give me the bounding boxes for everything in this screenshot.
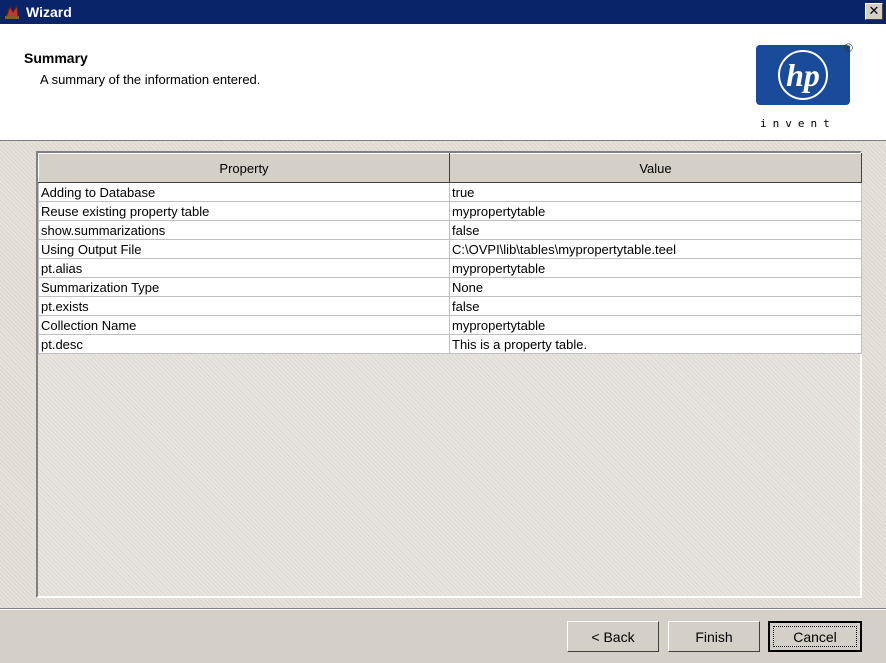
page-title: Summary	[24, 50, 88, 66]
finish-button[interactable]: Finish	[668, 621, 760, 652]
table-row[interactable]: pt.desc This is a property table.	[38, 334, 862, 354]
property-cell: pt.desc	[38, 334, 450, 354]
summary-table-panel: Property Value Adding to Database true Re…	[36, 151, 862, 598]
table-row[interactable]: Summarization Type None	[38, 277, 862, 297]
registered-mark: ®	[844, 41, 853, 55]
property-cell: Collection Name	[38, 315, 450, 335]
property-cell: Reuse existing property table	[38, 201, 450, 221]
focus-indicator	[773, 626, 857, 647]
value-cell: mypropertytable	[449, 315, 862, 335]
table-row[interactable]: Using Output File C:\OVPI\lib\tables\mypr…	[38, 239, 862, 259]
hp-logo-mark: hp	[756, 45, 850, 105]
table-row[interactable]: pt.alias mypropertytable	[38, 258, 862, 278]
table-row[interactable]: Adding to Database true	[38, 182, 862, 202]
summary-table: Property Value Adding to Database true Re…	[38, 153, 862, 354]
value-cell: false	[449, 220, 862, 240]
wizard-window: Wizard ✕ Summary A summary of the inform…	[0, 0, 886, 663]
hp-logo-icon: hp	[778, 50, 828, 100]
close-button[interactable]: ✕	[865, 3, 883, 20]
property-cell: pt.exists	[38, 296, 450, 316]
title-bar: Wizard ✕	[0, 0, 886, 24]
value-cell: mypropertytable	[449, 201, 862, 221]
cancel-button[interactable]: Cancel	[768, 621, 862, 652]
table-header-row: Property Value	[38, 153, 862, 183]
page-subtitle: A summary of the information entered.	[40, 72, 261, 87]
table-row[interactable]: show.summarizations false	[38, 220, 862, 240]
value-cell: None	[449, 277, 862, 297]
property-cell: Using Output File	[38, 239, 450, 259]
property-cell: pt.alias	[38, 258, 450, 278]
wizard-header: Summary A summary of the information ent…	[0, 24, 886, 141]
property-cell: show.summarizations	[38, 220, 450, 240]
property-cell: Adding to Database	[38, 182, 450, 202]
property-cell: Summarization Type	[38, 277, 450, 297]
table-row[interactable]: Reuse existing property table mypropertyt…	[38, 201, 862, 221]
wizard-app-icon	[5, 4, 19, 19]
back-button[interactable]: < Back	[567, 621, 659, 652]
value-cell: mypropertytable	[449, 258, 862, 278]
column-header-property[interactable]: Property	[38, 153, 450, 183]
value-cell: true	[449, 182, 862, 202]
hp-logo-text: hp	[786, 57, 820, 93]
hp-logo: hp ® invent	[756, 41, 853, 135]
table-row[interactable]: pt.exists false	[38, 296, 862, 316]
close-icon: ✕	[868, 4, 880, 19]
column-header-value[interactable]: Value	[449, 153, 862, 183]
value-cell: false	[449, 296, 862, 316]
wizard-body: Property Value Adding to Database true Re…	[0, 141, 886, 608]
hp-tagline: invent	[760, 117, 836, 130]
table-row[interactable]: Collection Name mypropertytable	[38, 315, 862, 335]
value-cell: C:\OVPI\lib\tables\mypropertytable.teel	[449, 239, 862, 259]
value-cell: This is a property table.	[449, 334, 862, 354]
window-title: Wizard	[26, 4, 72, 20]
button-bar-divider	[0, 608, 886, 610]
